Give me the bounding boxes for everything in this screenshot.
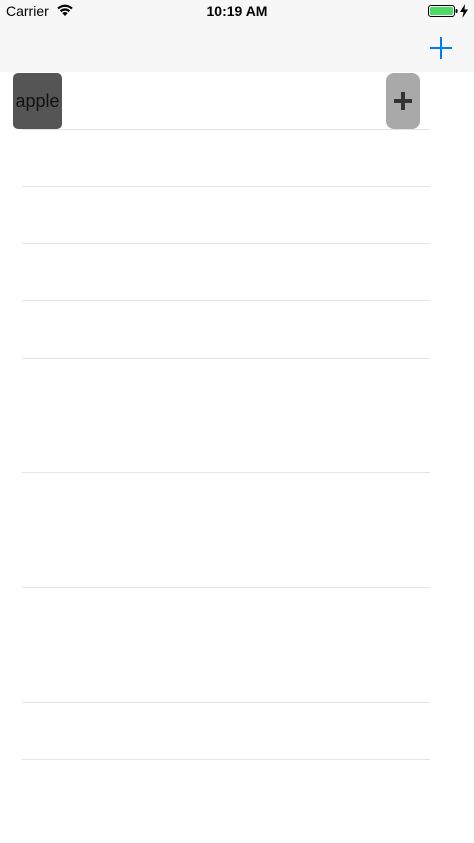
charging-bolt-icon bbox=[460, 4, 468, 18]
battery-icon bbox=[428, 5, 458, 17]
row-separator bbox=[22, 759, 430, 760]
row-separator bbox=[22, 186, 430, 187]
row-add-button[interactable] bbox=[386, 73, 420, 129]
plus-icon bbox=[430, 37, 452, 59]
row-separator bbox=[22, 587, 430, 588]
app-screen: Carrier 10:19 AM apple bbox=[0, 0, 474, 843]
status-time: 10:19 AM bbox=[206, 3, 268, 19]
add-item-button[interactable] bbox=[428, 35, 454, 61]
row-separator bbox=[22, 300, 430, 301]
status-bar: Carrier 10:19 AM bbox=[0, 0, 474, 22]
item-label: apple bbox=[15, 91, 60, 111]
row-separator bbox=[22, 358, 430, 359]
row-separator bbox=[22, 129, 430, 130]
row-separator bbox=[22, 243, 430, 244]
navigation-bar bbox=[0, 22, 474, 72]
item-tile[interactable]: apple bbox=[13, 73, 62, 129]
row-separator bbox=[22, 702, 430, 703]
row-separator bbox=[22, 472, 430, 473]
plus-icon bbox=[394, 92, 412, 110]
